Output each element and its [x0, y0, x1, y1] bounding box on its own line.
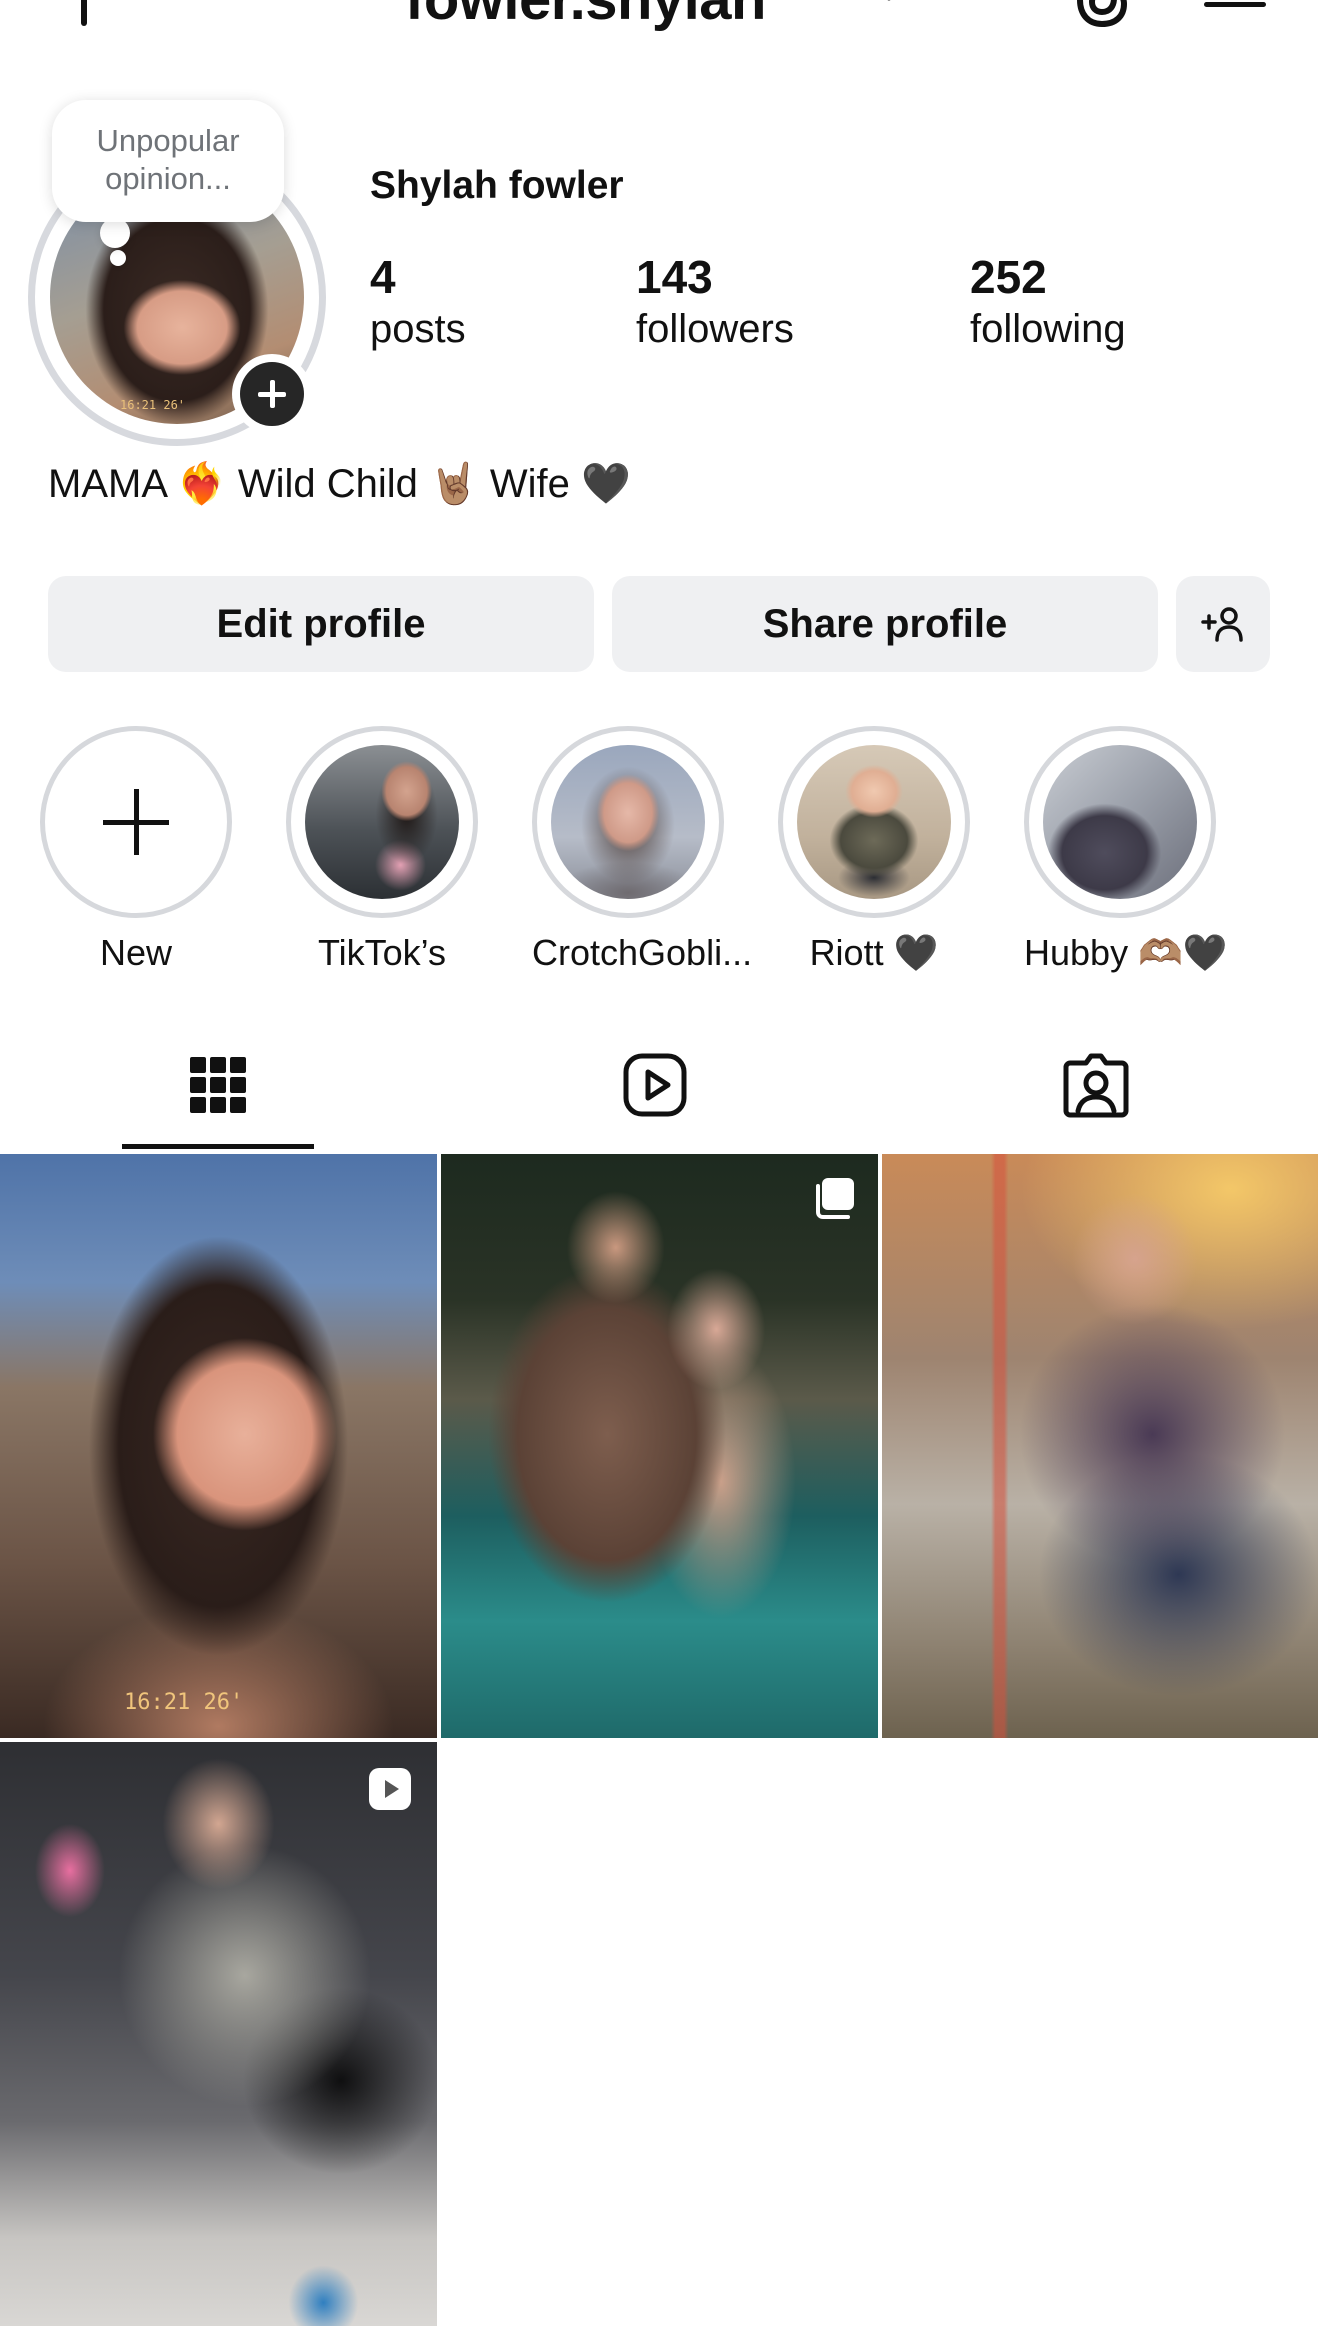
note-bubble[interactable]: Unpopular opinion...	[52, 100, 284, 222]
highlight-crotchgoblins[interactable]: CrotchGobli...	[532, 726, 753, 974]
highlight-riott[interactable]: Riott 🖤	[778, 726, 970, 974]
share-profile-button[interactable]: Share profile	[612, 576, 1158, 672]
add-person-icon	[1201, 607, 1243, 642]
post-tile[interactable]	[0, 1742, 437, 2326]
highlight-cover	[551, 745, 705, 899]
top-bar: fowler.shylah	[0, 0, 1318, 40]
note-bubble-tail	[110, 250, 126, 266]
note-text: Unpopular opinion...	[96, 123, 240, 196]
add-story-button[interactable]	[232, 354, 312, 434]
followers-count-value: 143	[636, 251, 713, 303]
posts-count-value: 4	[370, 251, 396, 303]
menu-icon[interactable]	[1204, 0, 1266, 30]
discover-people-button[interactable]	[1176, 576, 1270, 672]
highlight-ring	[532, 726, 724, 918]
following-count[interactable]: 252 following	[970, 250, 1126, 354]
edit-profile-button[interactable]: Edit profile	[48, 576, 594, 672]
post-tile[interactable]	[882, 1154, 1318, 1738]
note-bubble-tail	[100, 218, 130, 248]
post-tile[interactable]	[441, 1154, 878, 1738]
profile-page: fowler.shylah Unpopular opinion... Shyla…	[0, 0, 1318, 2346]
reel-icon	[369, 1768, 411, 1810]
reels-icon	[623, 1053, 687, 1117]
photo-timestamp-overlay: 16:21 26'	[124, 1690, 244, 1715]
followers-count[interactable]: 143 followers	[636, 250, 794, 354]
posts-count[interactable]: 4 posts	[370, 250, 466, 354]
carousel-icon	[816, 1178, 854, 1219]
highlight-ring	[1024, 726, 1216, 918]
highlight-hubby[interactable]: Hubby 🫶🏽🖤	[1024, 726, 1228, 974]
grid-icon	[190, 1057, 246, 1113]
tab-tagged[interactable]	[946, 1020, 1246, 1150]
highlight-ring	[286, 726, 478, 918]
threads-icon[interactable]	[1070, 0, 1134, 32]
following-count-label: following	[970, 307, 1126, 351]
post-tile[interactable]: 16:21 26'	[0, 1154, 437, 1738]
tab-posts-grid[interactable]	[68, 1020, 368, 1150]
highlight-ring	[40, 726, 232, 918]
plus-icon	[240, 362, 304, 426]
edit-profile-label: Edit profile	[216, 601, 426, 646]
highlight-cover	[305, 745, 459, 899]
highlight-cover	[797, 745, 951, 899]
share-profile-label: Share profile	[762, 601, 1008, 646]
following-count-value: 252	[970, 251, 1047, 303]
highlight-label: CrotchGobli...	[532, 932, 753, 973]
highlight-label: Riott 🖤	[809, 932, 939, 973]
highlight-ring	[778, 726, 970, 918]
highlight-cover	[1043, 745, 1197, 899]
tab-reels[interactable]	[505, 1020, 805, 1150]
posts-count-label: posts	[370, 307, 466, 351]
highlight-tiktoks[interactable]: TikTok’s	[286, 726, 478, 974]
highlight-label: New	[99, 932, 173, 973]
followers-count-label: followers	[636, 307, 794, 351]
active-tab-indicator	[122, 1144, 314, 1149]
username-switcher[interactable]: fowler.shylah	[405, 0, 766, 32]
highlight-label: TikTok’s	[317, 932, 447, 973]
highlight-new[interactable]: New	[40, 726, 232, 974]
tagged-icon	[1063, 1053, 1129, 1118]
display-name: Shylah fowler	[370, 164, 624, 207]
bio: MAMA ❤️‍🔥 Wild Child 🤘🏽 Wife 🖤	[48, 462, 631, 506]
plus-icon	[103, 789, 169, 855]
chevron-down-icon[interactable]	[872, 0, 906, 10]
highlight-label: Hubby 🫶🏽🖤	[1024, 932, 1228, 973]
plus-icon[interactable]	[54, 0, 114, 30]
